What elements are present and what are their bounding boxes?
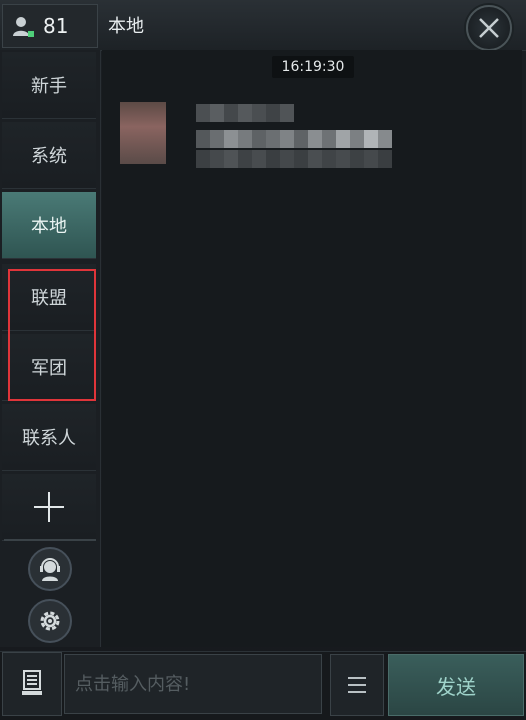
highlight-annotation [8, 269, 96, 401]
send-button[interactable]: 发送 [388, 654, 524, 716]
tab-newbie[interactable]: 新手 [2, 52, 96, 119]
voice-keyboard-toggle-button[interactable] [2, 652, 62, 716]
settings-button[interactable] [28, 599, 72, 643]
channel-title: 本地 [108, 16, 144, 37]
voice-keyboard-icon [22, 670, 42, 695]
customer-support-icon [40, 558, 60, 581]
header-bar: 81 本地 [0, 0, 526, 51]
user-level-icon [13, 17, 34, 37]
gear-icon [40, 611, 60, 631]
menu-button[interactable] [330, 654, 384, 716]
message-text-redacted-2 [196, 150, 392, 168]
sender-name-redacted [196, 104, 294, 122]
menu-icon [348, 677, 366, 693]
chat-window: 81 本地 新手 系统 本地 联盟 军团 联系人 16:19:30 点击输入内容… [0, 0, 526, 720]
close-icon [479, 18, 499, 38]
chat-message-input[interactable] [64, 654, 322, 714]
plus-icon [34, 492, 64, 522]
add-channel-button[interactable] [2, 474, 96, 541]
message-text-redacted [196, 130, 392, 148]
tab-contacts[interactable]: 联系人 [2, 404, 96, 471]
tab-local[interactable]: 本地 [2, 192, 96, 259]
player-level-badge[interactable]: 81 [2, 4, 98, 48]
sender-avatar[interactable] [120, 102, 166, 164]
message-timestamp: 16:19:30 [272, 56, 354, 78]
tab-system[interactable]: 系统 [2, 122, 96, 189]
sidebar-divider [4, 539, 96, 541]
close-button[interactable] [466, 5, 512, 51]
player-level-value: 81 [43, 14, 69, 38]
customer-support-button[interactable] [28, 547, 72, 591]
